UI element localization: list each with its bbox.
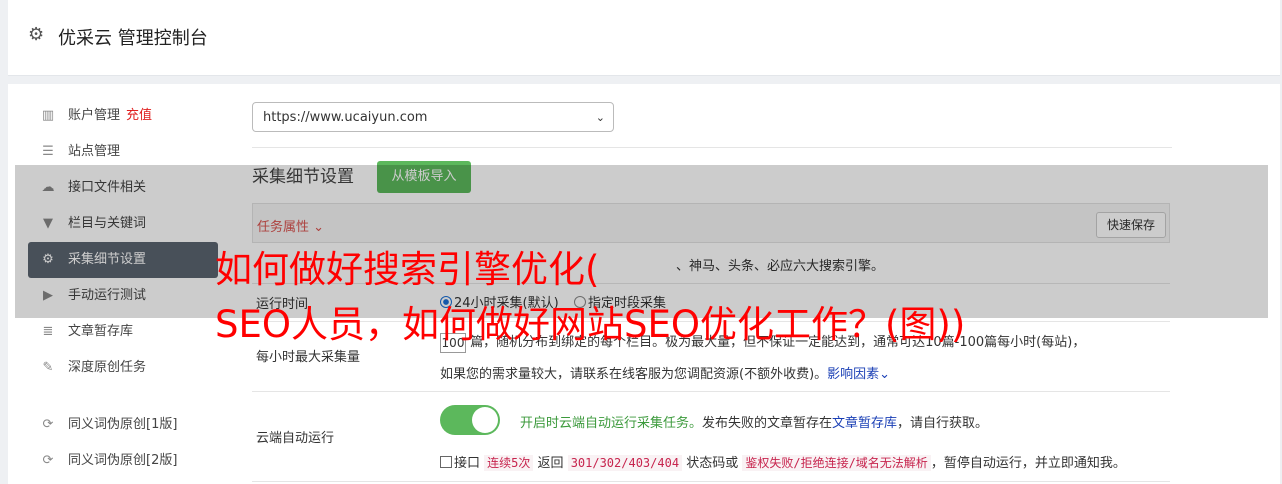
interface-notify-option[interactable]: 接口 连续5次 返回 301/302/403/404 状态码或 鉴权失败/拒绝连… [440,452,1126,471]
max-collect-text-2: 如果您的需求量较大，请联系在线客服为您调配资源(不额外收费)。 [440,367,828,382]
sidebar-item-label: 深度原创任务 [68,360,147,375]
database-icon: ≣ [42,324,54,339]
gear-icon: ⚙ [28,24,45,45]
refresh-icon: ⟳ [42,453,54,468]
sidebar-item-label: 账户管理 [68,108,121,123]
sidebar-item-synonym-v2[interactable]: ⟳ 同义词伪原创[2版] [28,443,218,479]
sidebar-item-deep-original[interactable]: ✎ 深度原创任务 [28,350,218,386]
toggle-knob [472,407,498,433]
article-store-link[interactable]: 文章暂存库 [832,416,897,431]
chevron-down-icon: ⌄ [595,111,605,124]
edit-icon: ✎ [42,360,54,375]
auto-run-row: 云端自动运行 开启时云端自动运行采集任务。发布失败的文章暂存在文章暂存库，请自行… [252,391,1170,482]
auto-run-hint: 开启时云端自动运行采集任务。 [520,416,703,431]
divider [252,147,1172,148]
auto-run-label: 云端自动运行 [256,431,335,446]
overlay-title-line1: 如何做好搜索引擎优化( [215,248,600,291]
overlay-banner [15,165,1268,318]
chevron-down-icon: ⌄ [879,367,891,382]
sidebar-item-label: 同义词伪原创[2版] [68,453,178,468]
page-title: 优采云 管理控制台 [58,28,208,49]
influence-factors-link[interactable]: 影响因素 [827,367,879,382]
overlay-title-line2: SEO人员，如何做好网站SEO优化工作？(图)) [215,303,966,346]
recharge-link[interactable]: 充值 [126,108,152,123]
sidebar-item-label: 站点管理 [68,144,121,159]
auto-run-toggle[interactable] [440,405,500,435]
top-header: ⚙ 优采云 管理控制台 [8,0,1280,76]
sidebar-item-account[interactable]: ▥ 账户管理 充值 [28,98,218,134]
bar-chart-icon: ▥ [41,108,55,123]
sidebar-item-article-store[interactable]: ≣ 文章暂存库 [28,314,218,350]
sidebar-item-synonym-v1[interactable]: ⟳ 同义词伪原创[1版] [28,407,218,443]
sidebar-item-label: 文章暂存库 [68,324,134,339]
site-select-value: https://www.ucaiyun.com [263,110,428,125]
sidebar-item-label: 同义词伪原创[1版] [68,417,178,432]
site-select[interactable]: https://www.ucaiyun.com ⌄ [252,102,614,132]
refresh-icon: ⟳ [42,417,54,432]
checkbox[interactable] [440,456,452,468]
